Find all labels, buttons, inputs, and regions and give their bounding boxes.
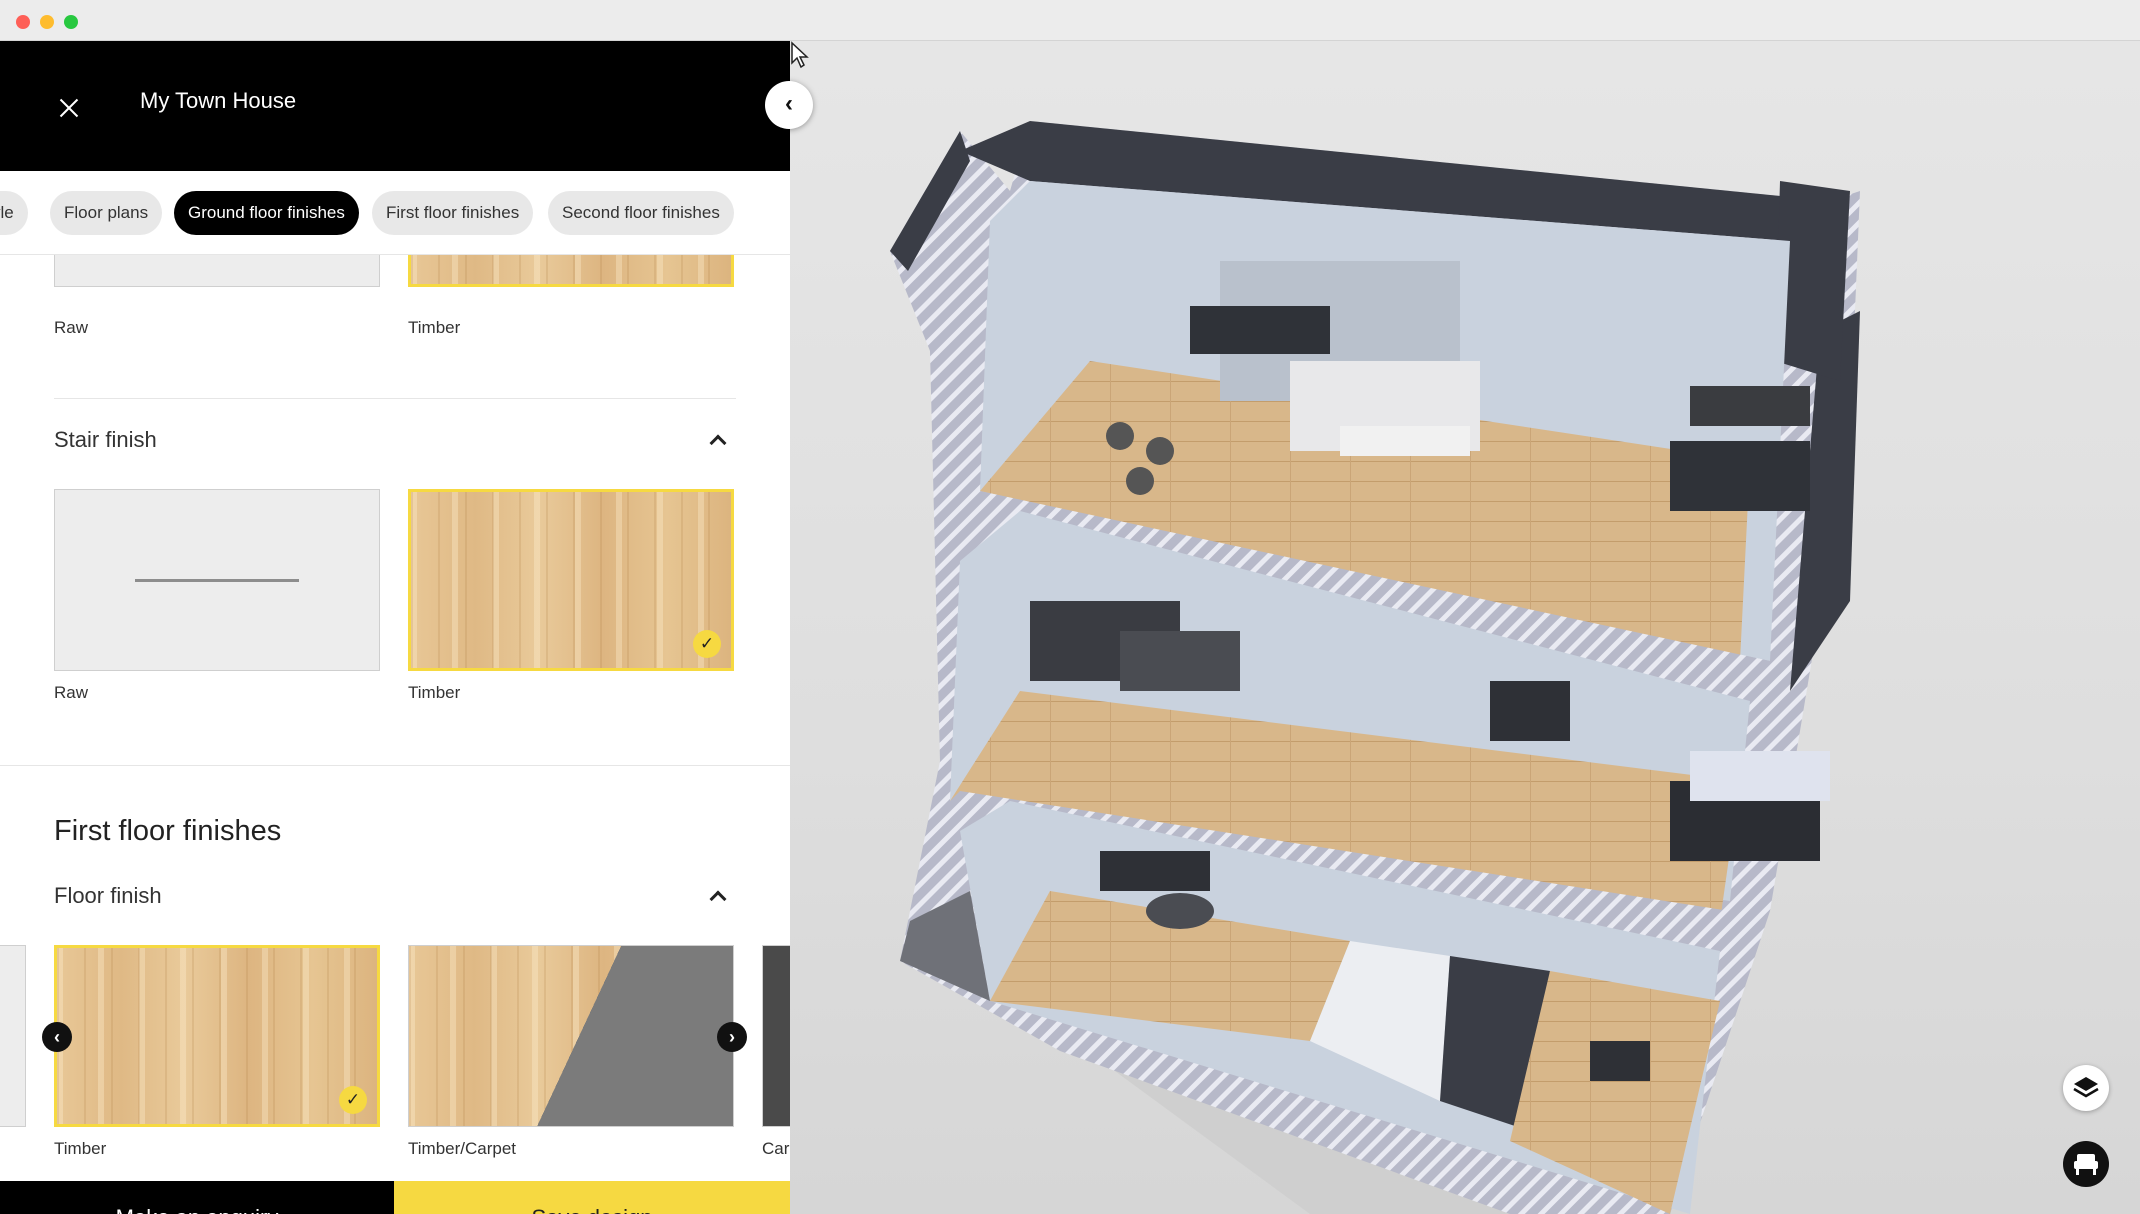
carpet-pattern [409,946,733,1126]
chevron-up-icon[interactable] [709,431,725,447]
layers-icon[interactable] [2063,1065,2109,1111]
check-icon: ✓ [693,630,721,658]
carousel-prev-button[interactable]: ‹ [42,1022,72,1052]
panel-footer: Make an enquiry Save design [0,1181,790,1214]
raw-line [135,579,299,582]
carousel-next-button[interactable]: › [717,1022,747,1052]
window-maximize-button[interactable] [64,15,78,29]
panel-title: My Town House [140,88,297,113]
swatch-timber-prev[interactable] [408,255,734,287]
first-floor-finishes-heading: First floor finishes [54,815,282,847]
panel-header: My Town House [0,41,790,171]
swatch-stair-raw[interactable] [54,489,380,671]
swatch-floor-timber-carpet[interactable] [408,945,734,1127]
section-divider [0,765,790,766]
swatch-label: Timber [408,683,461,702]
swatch-label: Timber/Carpet [408,1139,517,1158]
swatch-raw-prev[interactable] [54,255,380,287]
floor-finish-title: Floor finish [54,883,162,908]
3d-house-viewport[interactable] [790,41,2140,1214]
window-minimize-button[interactable] [40,15,54,29]
house-cutaway-render [890,121,1860,1214]
check-icon: ✓ [339,1086,367,1114]
app-window: My Town House yle Floor plans Ground flo… [0,0,2140,1214]
save-design-button[interactable]: Save design [394,1181,790,1214]
swatch-label: Timber [408,318,461,337]
stair-finish-title: Stair finish [54,427,157,452]
divider [54,398,736,399]
configurator-panel: My Town House yle Floor plans Ground flo… [0,41,790,1214]
collapse-panel-button[interactable]: ‹ [765,81,813,129]
make-enquiry-button[interactable]: Make an enquiry [0,1181,394,1214]
tab-first-floor-finishes[interactable]: First floor finishes [372,191,534,235]
swatch-floor-carpet[interactable] [762,945,790,1127]
window-close-button[interactable] [16,15,30,29]
cursor-icon [791,41,809,69]
swatch-floor-timber[interactable]: ✓ [54,945,380,1127]
swatch-label: Timber [54,1139,107,1158]
close-icon[interactable] [52,91,86,125]
tab-floor-plans[interactable]: Floor plans [50,191,163,235]
tab-second-floor-finishes[interactable]: Second floor finishes [548,191,734,235]
chevron-up-icon[interactable] [709,887,725,903]
swatch-label: Raw [54,683,89,702]
swatch-stair-timber[interactable]: ✓ [408,489,734,671]
armchair-icon[interactable] [2063,1141,2109,1187]
window-titlebar [0,0,2140,41]
swatch-label: Raw [54,318,89,337]
swatch-floor-prev[interactable] [0,945,26,1127]
tab-ground-floor-finishes[interactable]: Ground floor finishes [174,191,359,235]
finishes-list: Raw Timber Stair finish ✓ Raw Timber Fir… [0,255,790,1181]
swatch-label: Carp [762,1139,790,1158]
